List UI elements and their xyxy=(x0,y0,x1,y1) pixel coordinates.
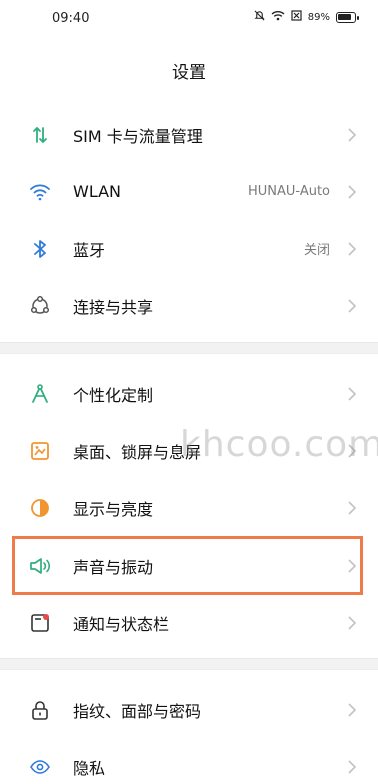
setting-row-bluetooth[interactable]: 蓝牙 关闭 xyxy=(0,220,378,277)
setting-value: 关闭 xyxy=(303,243,330,258)
setting-label: 显示与亮度 xyxy=(73,499,154,519)
chevron-right-icon xyxy=(348,615,357,630)
setting-label: 连接与共享 xyxy=(73,297,154,317)
highlight-box xyxy=(12,536,363,595)
setting-row-personalization[interactable]: 个性化定制 xyxy=(0,365,378,422)
setting-row-fingerprint-face-password[interactable]: 指纹、面部与密码 xyxy=(0,681,378,738)
watermark: khcoo.com xyxy=(180,424,378,465)
status-time: 09:40 xyxy=(52,11,90,26)
chevron-right-icon xyxy=(348,702,357,717)
status-icons: 89% xyxy=(254,10,359,24)
setting-label: 指纹、面部与密码 xyxy=(73,701,202,721)
mute-bell-icon xyxy=(254,10,265,24)
battery-icon xyxy=(336,11,359,23)
setting-row-wlan[interactable]: WLAN HUNAU-Auto xyxy=(0,163,378,220)
bluetooth-icon xyxy=(28,237,52,261)
setting-row-privacy[interactable]: 隐私 xyxy=(0,738,378,784)
setting-label: 通知与状态栏 xyxy=(73,614,170,634)
setting-row-notification-status-bar[interactable]: 通知与状态栏 xyxy=(0,594,378,651)
setting-label: WLAN xyxy=(73,182,122,201)
chevron-right-icon xyxy=(348,184,357,199)
setting-label: SIM 卡与流量管理 xyxy=(73,126,203,146)
chevron-right-icon xyxy=(348,759,357,774)
chevron-right-icon xyxy=(348,241,357,256)
personalization-icon xyxy=(28,382,52,406)
setting-label: 个性化定制 xyxy=(73,385,154,405)
section-separator xyxy=(0,658,378,670)
notification-status-bar-icon xyxy=(28,611,52,635)
status-bar: 09:40 89% xyxy=(0,0,378,40)
setting-label: 隐私 xyxy=(73,758,106,778)
setting-label: 蓝牙 xyxy=(73,240,106,260)
privacy-icon xyxy=(28,755,52,779)
chevron-right-icon xyxy=(348,298,357,313)
page-title: 设置 xyxy=(172,63,206,83)
chevron-right-icon xyxy=(348,386,357,401)
wifi-icon xyxy=(28,180,52,204)
chevron-right-icon xyxy=(348,500,357,515)
home-lock-screen-icon xyxy=(28,439,52,463)
wifi-status-icon xyxy=(271,10,285,24)
setting-row-display-brightness[interactable]: 显示与亮度 xyxy=(0,479,378,536)
setting-row-connection-share[interactable]: 连接与共享 xyxy=(0,277,378,334)
section-separator xyxy=(0,342,378,354)
lock-icon xyxy=(28,698,52,722)
battery-percent: 89% xyxy=(307,11,330,23)
setting-value: HUNAU-Auto xyxy=(247,184,330,199)
chevron-right-icon xyxy=(348,127,357,142)
connection-share-icon xyxy=(28,294,52,318)
setting-row-sim[interactable]: SIM 卡与流量管理 xyxy=(0,106,378,163)
no-sim-icon xyxy=(291,10,302,24)
sim-data-icon xyxy=(28,123,52,147)
display-brightness-icon xyxy=(28,496,52,520)
battery-fill xyxy=(338,13,352,20)
